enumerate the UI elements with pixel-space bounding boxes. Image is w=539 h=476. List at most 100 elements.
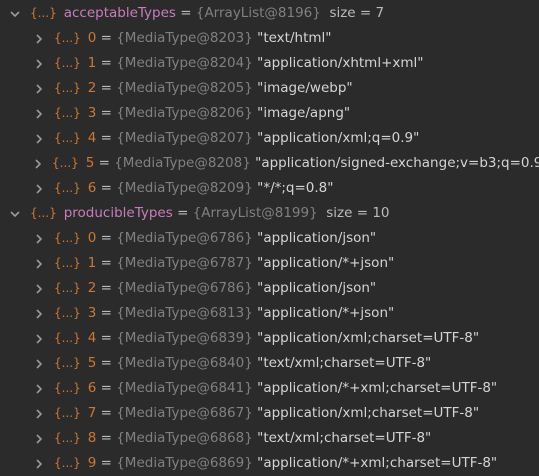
tree-item-producibleTypes-2[interactable]: {...} 2 = {MediaType@6786} "application/j…: [0, 276, 539, 301]
tree-item-producibleTypes-6[interactable]: {...} 6 = {MediaType@6841} "application/*…: [0, 376, 539, 401]
element-type: {MediaType@8203}: [116, 30, 253, 46]
element-value: "*/*;q=0.8": [257, 180, 334, 196]
object-badge-icon: {...}: [54, 55, 81, 70]
chevron-right-icon[interactable]: [33, 283, 45, 295]
chevron-down-icon[interactable]: [9, 208, 21, 220]
element-value: "application/*+xml;charset=UTF-8": [257, 380, 498, 396]
element-value: "application/signed-exchange;v=b3;q=0.9": [255, 155, 539, 171]
element-value: "text/xml;charset=UTF-8": [257, 430, 432, 446]
element-index: 0: [87, 230, 97, 246]
chevron-right-icon[interactable]: [33, 183, 45, 195]
chevron-right-icon[interactable]: [33, 358, 45, 370]
object-badge-icon: {...}: [54, 105, 81, 120]
tree-item-acceptableTypes-3[interactable]: {...} 3 = {MediaType@8206} "image/apng": [0, 101, 539, 126]
element-type: {MediaType@6869}: [116, 455, 253, 471]
tree-item-producibleTypes-4[interactable]: {...} 4 = {MediaType@6839} "application/x…: [0, 326, 539, 351]
element-type: {MediaType@6840}: [116, 355, 253, 371]
tree-item-acceptableTypes-6[interactable]: {...} 6 = {MediaType@8209} "*/*;q=0.8": [0, 176, 539, 201]
debugger-variables-tree: {...} acceptableTypes = {ArrayList@8196} …: [0, 0, 539, 476]
tree-node-acceptableTypes[interactable]: {...} acceptableTypes = {ArrayList@8196} …: [0, 1, 539, 26]
element-value: "application/xml;q=0.9": [257, 130, 420, 146]
object-badge-icon: {...}: [54, 355, 81, 370]
tree-item-producibleTypes-8[interactable]: {...} 8 = {MediaType@6868} "text/xml;char…: [0, 426, 539, 451]
element-value: "application/*+json": [257, 255, 395, 271]
chevron-right-icon[interactable]: [33, 158, 43, 170]
element-value: "application/xml;charset=UTF-8": [257, 405, 480, 421]
tree-item-producibleTypes-5[interactable]: {...} 5 = {MediaType@6840} "text/xml;char…: [0, 351, 539, 376]
chevron-right-icon[interactable]: [33, 308, 45, 320]
chevron-right-icon[interactable]: [33, 33, 45, 45]
object-badge-icon: {...}: [54, 30, 81, 45]
element-value: "application/*+json": [257, 305, 395, 321]
element-index: 8: [87, 430, 97, 446]
object-badge-icon: {...}: [54, 130, 81, 145]
collection-size: size = 7: [320, 5, 385, 21]
tree-node-producibleTypes[interactable]: {...} producibleTypes = {ArrayList@8199} …: [0, 201, 539, 226]
tree-item-acceptableTypes-1[interactable]: {...} 1 = {MediaType@8204} "application/x…: [0, 51, 539, 76]
element-type: {MediaType@8207}: [116, 130, 253, 146]
chevron-down-icon[interactable]: [9, 8, 21, 20]
tree-item-acceptableTypes-2[interactable]: {...} 2 = {MediaType@8205} "image/webp": [0, 76, 539, 101]
tree-item-producibleTypes-7[interactable]: {...} 7 = {MediaType@6867} "application/x…: [0, 401, 539, 426]
element-type: {MediaType@8204}: [116, 55, 253, 71]
chevron-right-icon[interactable]: [33, 383, 45, 395]
tree-item-acceptableTypes-4[interactable]: {...} 4 = {MediaType@8207} "application/x…: [0, 126, 539, 151]
element-index: 6: [87, 380, 97, 396]
element-type: {MediaType@6813}: [116, 305, 253, 321]
object-badge-icon: {...}: [54, 255, 81, 270]
element-index: 4: [87, 130, 97, 146]
tree-item-acceptableTypes-0[interactable]: {...} 0 = {MediaType@8203} "text/html": [0, 26, 539, 51]
element-type: {MediaType@8205}: [116, 80, 253, 96]
object-badge-icon: {...}: [54, 280, 81, 295]
element-type: {MediaType@8208}: [114, 155, 251, 171]
element-type: {MediaType@6841}: [116, 380, 253, 396]
element-index: 6: [87, 180, 97, 196]
equals-sign: =: [96, 180, 117, 196]
element-value: "application/json": [257, 230, 377, 246]
tree-item-producibleTypes-1[interactable]: {...} 1 = {MediaType@6787} "application/*…: [0, 251, 539, 276]
equals-sign: =: [96, 330, 117, 346]
element-index: 1: [87, 55, 97, 71]
element-type: {MediaType@8209}: [116, 180, 253, 196]
tree-item-producibleTypes-3[interactable]: {...} 3 = {MediaType@6813} "application/*…: [0, 301, 539, 326]
element-index: 5: [87, 355, 97, 371]
object-badge-icon: {...}: [54, 305, 81, 320]
object-badge-icon: {...}: [54, 455, 81, 470]
tree-item-acceptableTypes-5[interactable]: {...} 5 = {MediaType@8208} "application/s…: [0, 151, 539, 176]
element-index: 4: [87, 330, 97, 346]
chevron-right-icon[interactable]: [33, 58, 45, 70]
variable-type: {ArrayList@8196}: [195, 5, 321, 21]
element-index: 2: [87, 280, 97, 296]
chevron-right-icon[interactable]: [33, 458, 45, 470]
object-badge-icon: {...}: [30, 5, 57, 20]
element-index: 3: [87, 305, 97, 321]
equals-sign: =: [96, 130, 117, 146]
equals-sign: =: [96, 105, 117, 121]
element-value: "application/xml;charset=UTF-8": [257, 330, 480, 346]
tree-item-producibleTypes-9[interactable]: {...} 9 = {MediaType@6869} "application/*…: [0, 451, 539, 476]
chevron-right-icon[interactable]: [33, 83, 45, 95]
equals-sign: =: [96, 355, 117, 371]
equals-sign: =: [96, 280, 117, 296]
equals-sign: =: [96, 55, 117, 71]
chevron-right-icon[interactable]: [33, 433, 45, 445]
equals-sign: =: [96, 30, 117, 46]
equals-sign: =: [96, 80, 117, 96]
element-value: "text/xml;charset=UTF-8": [257, 355, 432, 371]
object-badge-icon: {...}: [52, 155, 79, 170]
object-badge-icon: {...}: [54, 405, 81, 420]
variable-name: acceptableTypes: [63, 5, 176, 21]
chevron-right-icon[interactable]: [33, 408, 45, 420]
chevron-right-icon[interactable]: [33, 333, 45, 345]
chevron-right-icon[interactable]: [33, 258, 45, 270]
equals-sign: =: [96, 255, 117, 271]
element-index: 7: [87, 405, 97, 421]
chevron-right-icon[interactable]: [33, 108, 45, 120]
object-badge-icon: {...}: [54, 430, 81, 445]
chevron-right-icon[interactable]: [33, 233, 45, 245]
element-type: {MediaType@6787}: [116, 255, 253, 271]
tree-item-producibleTypes-0[interactable]: {...} 0 = {MediaType@6786} "application/j…: [0, 226, 539, 251]
element-value: "text/html": [257, 30, 332, 46]
object-badge-icon: {...}: [54, 380, 81, 395]
chevron-right-icon[interactable]: [33, 133, 45, 145]
